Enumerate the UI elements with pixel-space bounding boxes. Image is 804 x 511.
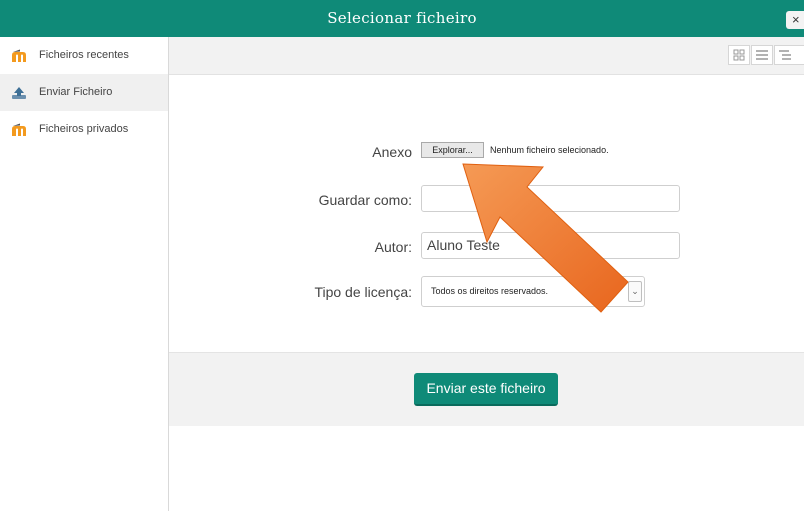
license-select[interactable]: Todos os direitos reservados. ⌄	[421, 276, 645, 307]
save-as-input[interactable]	[421, 185, 680, 212]
moodle-icon	[11, 123, 27, 137]
submit-file-button[interactable]: Enviar este ficheiro	[414, 373, 558, 406]
view-toolbar	[169, 37, 804, 75]
moodle-icon	[11, 49, 27, 63]
dialog-title: Selecionar ficheiro	[327, 9, 477, 27]
license-label: Tipo de licença:	[314, 284, 412, 300]
sidebar-item-private-files[interactable]: Ficheiros privados	[0, 111, 168, 148]
attachment-label: Anexo	[372, 144, 412, 160]
license-selected-value: Todos os direitos reservados.	[431, 286, 549, 296]
sidebar-item-label: Ficheiros recentes	[39, 49, 129, 61]
sidebar-item-recent-files[interactable]: Ficheiros recentes	[0, 37, 168, 74]
save-as-label: Guardar como:	[318, 192, 412, 208]
author-input[interactable]: Aluno Teste	[421, 232, 680, 259]
author-label: Autor:	[374, 239, 412, 255]
upload-icon	[11, 86, 27, 100]
grid-view-icon[interactable]	[728, 45, 750, 65]
close-icon[interactable]: ×	[786, 11, 804, 29]
list-view-icon[interactable]	[751, 45, 773, 65]
dialog-titlebar: Selecionar ficheiro ×	[0, 0, 804, 37]
chevron-down-icon: ⌄	[628, 281, 642, 302]
no-file-selected-text: Nenhum ficheiro selecionado.	[490, 145, 609, 155]
sidebar-item-upload-file[interactable]: Enviar Ficheiro	[0, 74, 168, 111]
sidebar-item-label: Enviar Ficheiro	[39, 86, 113, 98]
tree-view-icon[interactable]	[774, 45, 804, 65]
sidebar-item-label: Ficheiros privados	[39, 123, 129, 135]
file-source-sidebar: Ficheiros recentes Enviar Ficheiro Fiche…	[0, 37, 169, 511]
browse-button[interactable]: Explorar...	[421, 142, 484, 158]
